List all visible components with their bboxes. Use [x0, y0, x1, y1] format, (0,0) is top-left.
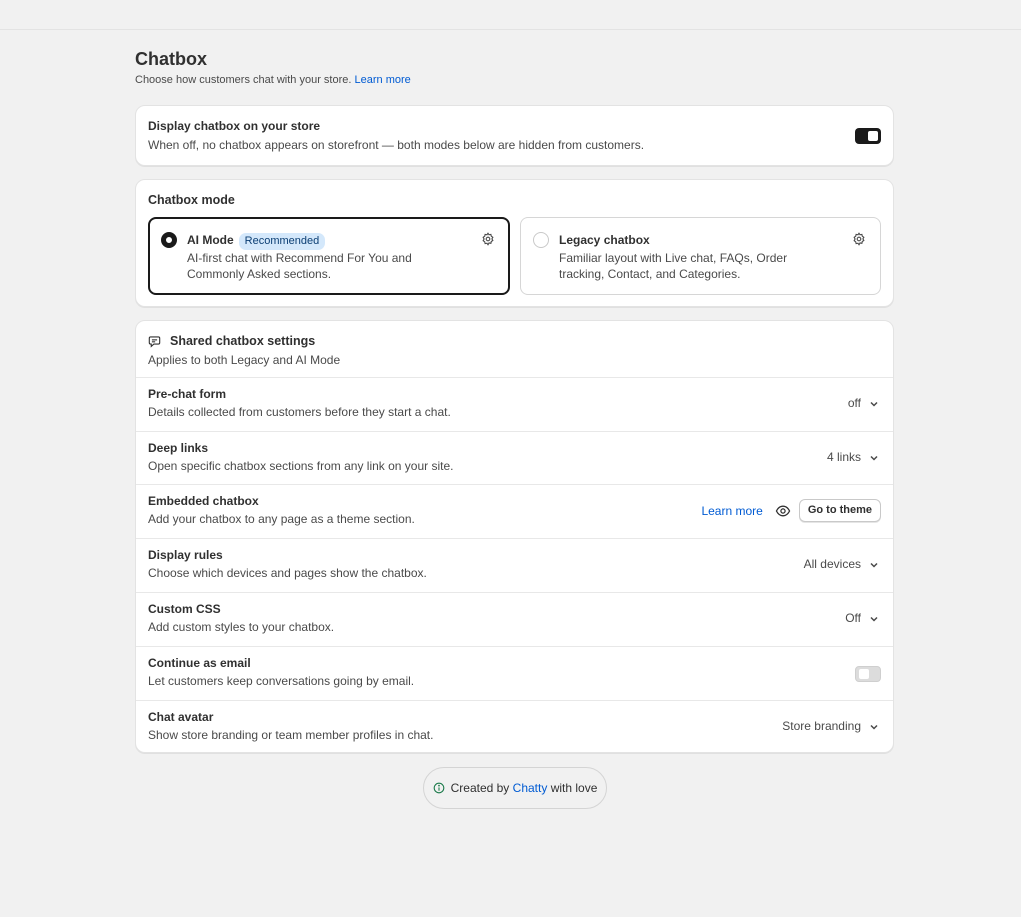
legacy-mode-radio[interactable] — [533, 232, 549, 248]
chevron-down-icon[interactable] — [869, 560, 879, 570]
mode-option-ai[interactable]: AI Mode Recommended AI-first chat with Re… — [148, 217, 510, 295]
setting-row-custom-css[interactable]: Custom CSS Add custom styles to your cha… — [136, 592, 893, 646]
setting-value-text: off — [847, 396, 861, 410]
embedded-learn-more-link[interactable]: Learn more — [701, 504, 762, 518]
setting-description: Details collected from customers before … — [148, 405, 451, 419]
shared-settings-subtitle: Applies to both Legacy and AI Mode — [148, 353, 341, 367]
setting-description: Add your chatbox to any page as a theme … — [148, 512, 415, 526]
setting-title: Pre-chat form — [148, 387, 227, 401]
chevron-down-icon[interactable] — [869, 399, 879, 409]
shared-settings-title: Shared chatbox settings — [170, 334, 316, 348]
embedded-chatbox-actions: Learn more Go to theme — [701, 499, 881, 522]
gear-icon[interactable] — [852, 232, 866, 246]
top-bar — [0, 0, 1021, 30]
recommended-badge: Recommended — [238, 233, 326, 250]
chatbox-mode-card: Chatbox mode AI Mode Recommended AI-first… — [135, 179, 894, 307]
shared-settings-title-line: Shared chatbox settings — [148, 334, 340, 349]
display-chatbox-card: Display chatbox on your store When off, … — [135, 105, 894, 166]
legacy-mode-name: Legacy chatbox — [559, 233, 650, 247]
footer-credit: Created by Chatty with love — [423, 767, 607, 809]
setting-title: Display rules — [148, 548, 223, 562]
setting-row-chat-avatar[interactable]: Chat avatar Show store branding or team … — [136, 700, 893, 753]
setting-description: Open specific chatbox sections from any … — [148, 459, 454, 473]
setting-value: Store branding — [782, 719, 879, 734]
chevron-down-icon[interactable] — [869, 722, 879, 732]
chevron-down-icon[interactable] — [869, 453, 879, 463]
setting-value: off — [848, 396, 879, 411]
setting-value-text: 4 links — [826, 450, 861, 464]
display-chatbox-text: Display chatbox on your store When off, … — [148, 119, 644, 153]
setting-value-text: Off — [845, 611, 861, 625]
setting-description: Let customers keep conversations going b… — [148, 674, 415, 688]
setting-value-text: All devices — [803, 557, 861, 571]
footer-suffix: with love — [550, 781, 598, 795]
go-to-theme-button[interactable]: Go to theme — [798, 499, 881, 522]
page-subtitle-text: Choose how customers chat with your stor… — [135, 74, 352, 86]
ai-mode-name-line: AI Mode Recommended — [187, 232, 326, 250]
setting-row-display-rules[interactable]: Display rules Choose which devices and p… — [136, 538, 893, 592]
chevron-down-icon[interactable] — [869, 614, 879, 624]
shared-settings-header: Shared chatbox settings Applies to both … — [148, 334, 340, 368]
setting-description: Add custom styles to your chatbox. — [148, 620, 335, 634]
eye-icon[interactable] — [775, 503, 791, 519]
setting-row-deep-links[interactable]: Deep links Open specific chatbox section… — [136, 431, 893, 484]
display-chatbox-title: Display chatbox on your store — [148, 119, 321, 133]
continue-as-email-toggle[interactable] — [855, 666, 881, 682]
footer-prefix: Created by — [450, 781, 510, 795]
ai-mode-radio[interactable] — [161, 232, 177, 248]
setting-row-embedded-chatbox: Embedded chatbox Add your chatbox to any… — [136, 484, 893, 538]
page-subtitle: Choose how customers chat with your stor… — [135, 73, 894, 87]
setting-description: Show store branding or team member profi… — [148, 728, 434, 742]
chatty-link[interactable]: Chatty — [513, 781, 548, 795]
setting-title: Chat avatar — [148, 710, 214, 724]
setting-row-continue-as-email: Continue as email Let customers keep con… — [136, 646, 893, 700]
mode-option-legacy[interactable]: Legacy chatbox Familiar layout with Live… — [520, 217, 881, 295]
shared-settings-card: Shared chatbox settings Applies to both … — [135, 320, 894, 753]
setting-value-text: Store branding — [782, 719, 861, 733]
learn-more-link[interactable]: Learn more — [355, 74, 411, 86]
legacy-mode-description: Familiar layout with Live chat, FAQs, Or… — [559, 251, 788, 281]
ai-mode-name: AI Mode — [187, 233, 234, 247]
setting-title: Deep links — [148, 441, 209, 455]
setting-value: Off — [845, 611, 879, 626]
info-icon — [433, 782, 444, 794]
setting-row-pre-chat-form[interactable]: Pre-chat form Details collected from cus… — [136, 377, 893, 431]
ai-mode-description: AI-first chat with Recommend For You and… — [187, 251, 412, 281]
chat-bubble-icon — [148, 336, 161, 348]
display-chatbox-toggle[interactable] — [855, 128, 881, 144]
display-chatbox-description: When off, no chatbox appears on storefro… — [148, 138, 645, 152]
setting-title: Continue as email — [148, 656, 251, 670]
page-container: Chatbox Choose how customers chat with y… — [135, 48, 894, 753]
setting-value: 4 links — [827, 450, 879, 465]
setting-title: Custom CSS — [148, 602, 221, 616]
gear-icon[interactable] — [481, 232, 495, 246]
chatbox-mode-title: Chatbox mode — [148, 193, 235, 207]
setting-value: All devices — [804, 557, 879, 572]
setting-description: Choose which devices and pages show the … — [148, 566, 427, 580]
setting-title: Embedded chatbox — [148, 494, 259, 508]
page-title: Chatbox — [135, 49, 207, 69]
